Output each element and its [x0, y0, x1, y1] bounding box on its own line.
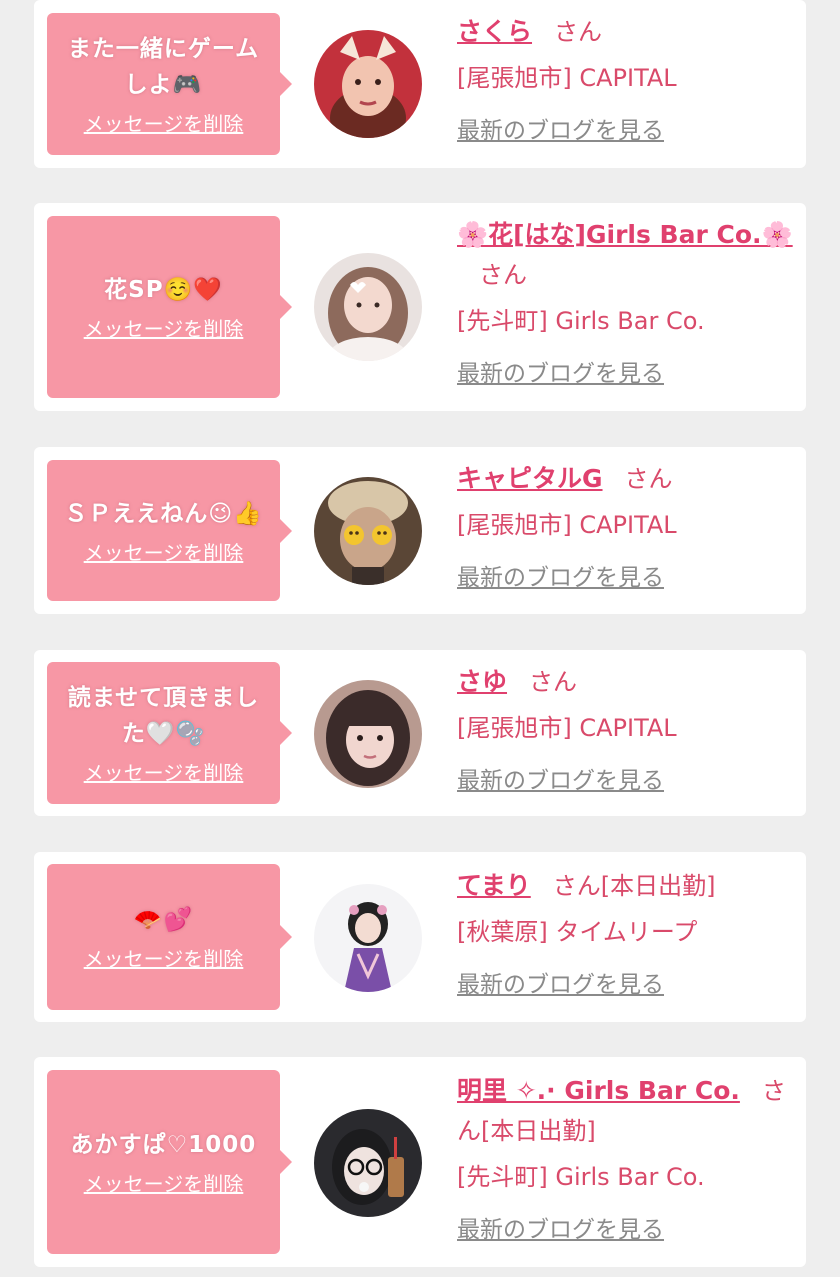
message-text: ＳＰええねん😉👍 — [64, 500, 263, 527]
message-text: また一緒にゲームしよ🎮 — [67, 36, 260, 98]
honorific: さん — [624, 465, 673, 493]
cast-card: ＳＰええねん😉👍 メッセージを削除 キャピタルG さん [尾張旭市] CAPITA — [34, 447, 806, 614]
latest-blog-link[interactable]: 最新のブログを見る — [457, 766, 664, 796]
delete-message-link[interactable]: メッセージを削除 — [84, 946, 244, 972]
message-text: 花SP☺️❤️ — [104, 277, 223, 303]
shop-name: [先斗町] Girls Bar Co. — [457, 307, 705, 335]
avatar[interactable] — [314, 1109, 422, 1217]
name-line: さゆ さん — [457, 662, 797, 702]
delete-message-link[interactable]: メッセージを削除 — [84, 1171, 244, 1197]
honorific: さん — [552, 872, 601, 900]
cast-name-link[interactable]: キャピタルG — [457, 464, 603, 493]
honorific: さん — [529, 668, 578, 696]
name-line: てまり さん[本日出勤] — [457, 866, 797, 906]
shop-name: [尾張旭市] CAPITAL — [457, 714, 677, 742]
name-line: 明里 ✧.· Girls Bar Co. さん[本日出勤] — [457, 1071, 797, 1151]
latest-blog-link[interactable]: 最新のブログを見る — [457, 359, 664, 389]
status-badge: [本日出勤] — [481, 1117, 596, 1145]
shop-name: [尾張旭市] CAPITAL — [457, 511, 677, 539]
delete-message-link[interactable]: メッセージを削除 — [84, 760, 244, 786]
message-bubble: また一緒にゲームしよ🎮 メッセージを削除 — [47, 13, 292, 155]
cast-info: さゆ さん [尾張旭市] CAPITAL 最新のブログを見る — [457, 662, 797, 796]
message-bubble: 読ませて頂きました🤍🫧 メッセージを削除 — [47, 662, 292, 804]
message-bubble: 🪭💕 メッセージを削除 — [47, 864, 292, 1010]
message-bubble: 花SP☺️❤️ メッセージを削除 — [47, 216, 292, 398]
cast-name-link[interactable]: さくら — [457, 17, 532, 46]
cast-card: 読ませて頂きました🤍🫧 メッセージを削除 さゆ さん [尾張旭市] CAPITAL… — [34, 650, 806, 816]
avatar[interactable] — [314, 680, 422, 788]
message-text: 読ませて頂きました🤍🫧 — [67, 685, 260, 747]
cast-info: 明里 ✧.· Girls Bar Co. さん[本日出勤] [先斗町] Girls… — [457, 1071, 797, 1245]
name-line: キャピタルG さん — [457, 459, 797, 499]
cast-info: キャピタルG さん [尾張旭市] CAPITAL 最新のブログを見る — [457, 459, 797, 593]
shop-name: [秋葉原] タイムリープ — [457, 918, 698, 946]
favorite-cast-list: また一緒にゲームしよ🎮 メッセージを削除 さくら さん [尾張旭市] CAPITA… — [0, 0, 840, 1277]
cast-info: てまり さん[本日出勤] [秋葉原] タイムリープ 最新のブログを見る — [457, 866, 797, 1000]
delete-message-link[interactable]: メッセージを削除 — [84, 540, 244, 566]
delete-message-link[interactable]: メッセージを削除 — [84, 316, 244, 342]
name-line: さくら さん — [457, 12, 797, 52]
cast-info: さくら さん [尾張旭市] CAPITAL 最新のブログを見る — [457, 12, 797, 146]
status-badge: [本日出勤] — [600, 872, 716, 900]
latest-blog-link[interactable]: 最新のブログを見る — [457, 1215, 664, 1245]
cast-name-link[interactable]: 🌸花[はな]Girls Bar Co.🌸 — [457, 220, 793, 249]
honorific: さん — [479, 261, 527, 289]
cast-card: また一緒にゲームしよ🎮 メッセージを削除 さくら さん [尾張旭市] CAPITA… — [34, 0, 806, 168]
latest-blog-link[interactable]: 最新のブログを見る — [457, 116, 664, 146]
avatar[interactable] — [314, 477, 422, 585]
message-text: 🪭💕 — [133, 907, 194, 933]
message-bubble: あかすぱ♡1000 メッセージを削除 — [47, 1070, 292, 1254]
cast-info: 🌸花[はな]Girls Bar Co.🌸 さん [先斗町] Girls Bar C… — [457, 215, 797, 389]
shop-name: [先斗町] Girls Bar Co. — [457, 1163, 705, 1191]
cast-card: 花SP☺️❤️ メッセージを削除 🌸花[はな]Girls Bar Co.🌸 さん … — [34, 203, 806, 411]
avatar[interactable] — [314, 30, 422, 138]
delete-message-link[interactable]: メッセージを削除 — [84, 111, 244, 137]
cast-name-link[interactable]: 明里 ✧.· Girls Bar Co. — [457, 1076, 740, 1105]
name-line: 🌸花[はな]Girls Bar Co.🌸 さん — [457, 215, 797, 295]
message-bubble: ＳＰええねん😉👍 メッセージを削除 — [47, 460, 292, 601]
message-text: あかすぱ♡1000 — [70, 1132, 257, 1158]
cast-name-link[interactable]: さゆ — [457, 667, 507, 696]
cast-name-link[interactable]: てまり — [457, 871, 531, 900]
cast-card: 🪭💕 メッセージを削除 てまり さん[本日出勤] [秋葉原] タイムリープ 最新の… — [34, 852, 806, 1022]
shop-name: [尾張旭市] CAPITAL — [457, 64, 677, 92]
avatar[interactable] — [314, 253, 422, 361]
avatar[interactable] — [314, 884, 422, 992]
cast-card: あかすぱ♡1000 メッセージを削除 明里 ✧.· Girls Bar Co. さ… — [34, 1057, 806, 1267]
latest-blog-link[interactable]: 最新のブログを見る — [457, 970, 664, 1000]
latest-blog-link[interactable]: 最新のブログを見る — [457, 563, 664, 593]
honorific: さん — [554, 18, 603, 46]
